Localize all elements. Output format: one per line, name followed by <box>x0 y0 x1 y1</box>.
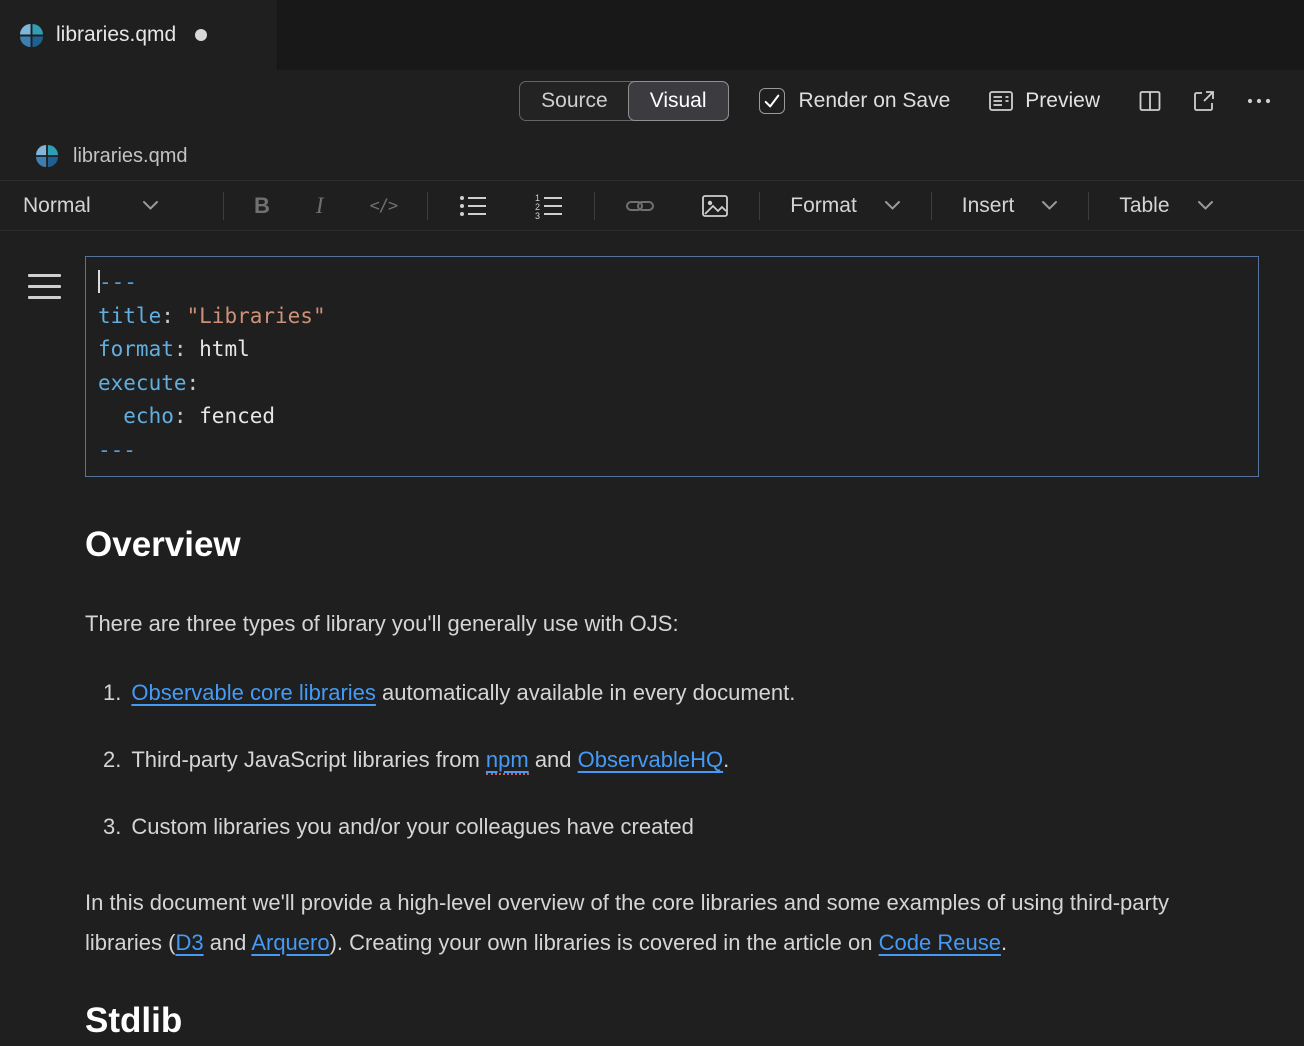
editor-tab-strip: libraries.qmd <box>0 0 1304 70</box>
list-item-text: Custom libraries you and/or your colleag… <box>131 810 694 843</box>
yaml-frontmatter-block[interactable]: ---title: "Libraries"format: htmlexecute… <box>85 256 1259 477</box>
document-body: Overview There are three types of librar… <box>85 525 1245 1041</box>
list-group: 1 2 3 <box>428 193 594 219</box>
text-run: Third-party JavaScript libraries from <box>131 747 486 772</box>
chevron-down-icon <box>1041 200 1058 211</box>
list-item: 2. Third-party JavaScript libraries from … <box>85 743 1245 776</box>
text-run: . <box>1001 930 1007 955</box>
preview-button[interactable]: Preview <box>988 89 1100 113</box>
quarto-file-icon <box>36 145 58 167</box>
yaml-token: execute <box>98 371 187 395</box>
render-on-save-label: Render on Save <box>799 89 951 113</box>
svg-text:3: 3 <box>535 211 540 219</box>
source-mode-button[interactable]: Source <box>520 82 629 120</box>
code-line[interactable]: echo: fenced <box>98 400 1246 434</box>
yaml-token: : <box>187 371 200 395</box>
bold-button[interactable]: B <box>254 193 270 219</box>
code-line[interactable]: title: "Libraries" <box>98 300 1246 334</box>
link-d3[interactable]: D3 <box>175 930 203 955</box>
link-npm[interactable]: npm <box>486 747 529 775</box>
yaml-token: format <box>98 337 174 361</box>
format-menu[interactable]: Format <box>760 194 931 218</box>
code-line[interactable]: execute: <box>98 367 1246 401</box>
code-button[interactable]: </> <box>370 196 398 216</box>
code-line[interactable]: --- <box>98 266 1246 300</box>
yaml-token: : <box>174 337 199 361</box>
heading-stdlib: Stdlib <box>85 1001 1245 1041</box>
editor-action-bar: Source Visual Render on Save Preview <box>0 70 1304 132</box>
yaml-token: "Libraries" <box>187 304 326 328</box>
list-item-text: Third-party JavaScript libraries from np… <box>131 743 729 776</box>
insert-menu-label: Insert <box>962 194 1015 218</box>
visual-mode-button[interactable]: Visual <box>628 81 729 121</box>
unsaved-changes-dot[interactable] <box>195 29 207 41</box>
closing-paragraph: In this document we'll provide a high-le… <box>85 883 1245 963</box>
text-run: automatically available in every documen… <box>376 680 795 705</box>
block-style-value: Normal <box>23 194 91 218</box>
tab-title: libraries.qmd <box>56 23 176 47</box>
list-item: 1. Observable core libraries automaticall… <box>85 676 1245 709</box>
preview-icon <box>988 89 1014 113</box>
bullet-list-button[interactable] <box>458 193 488 219</box>
chevron-down-icon <box>142 200 159 211</box>
block-style-dropdown[interactable]: Normal <box>0 194 223 218</box>
yaml-token: --- <box>99 270 137 294</box>
chevron-down-icon <box>884 200 901 211</box>
block-drag-handle-icon[interactable] <box>28 274 61 307</box>
yaml-token: : <box>174 404 199 428</box>
link-code-reuse[interactable]: Code Reuse <box>879 930 1001 955</box>
insert-menu[interactable]: Insert <box>932 194 1089 218</box>
numbered-list-button[interactable]: 1 2 3 <box>534 193 564 219</box>
render-on-save-checkbox[interactable]: Render on Save <box>759 88 951 114</box>
table-menu[interactable]: Table <box>1089 194 1243 218</box>
format-menu-label: Format <box>790 194 857 218</box>
quarto-file-icon <box>20 24 43 47</box>
code-line[interactable]: --- <box>98 434 1246 468</box>
text-run: ). Creating your own libraries is covere… <box>330 930 879 955</box>
list-item-text: Observable core libraries automatically … <box>131 676 795 709</box>
yaml-token: : <box>161 304 186 328</box>
intro-paragraph: There are three types of library you'll … <box>85 607 1245 640</box>
link-observablehq[interactable]: ObservableHQ <box>578 747 724 772</box>
yaml-code-lines: ---title: "Libraries"format: htmlexecute… <box>98 266 1246 467</box>
heading-overview: Overview <box>85 525 1245 565</box>
insert-object-group <box>595 193 759 219</box>
editor-mode-toggle: Source Visual <box>519 81 728 121</box>
format-toolbar: Normal B I </> 1 2 3 <box>0 180 1304 231</box>
tab-libraries-qmd[interactable]: libraries.qmd <box>0 0 278 70</box>
list-item-marker: 2. <box>103 743 121 776</box>
split-editor-icon[interactable] <box>1138 89 1162 113</box>
code-line[interactable]: format: html <box>98 333 1246 367</box>
more-actions-icon[interactable] <box>1246 97 1272 105</box>
open-external-icon[interactable] <box>1192 89 1216 113</box>
link-button[interactable] <box>625 193 655 219</box>
table-menu-label: Table <box>1119 194 1169 218</box>
chevron-down-icon <box>1197 200 1214 211</box>
list-item-marker: 1. <box>103 676 121 709</box>
image-button[interactable] <box>701 194 729 218</box>
text-run: and <box>529 747 578 772</box>
italic-button[interactable]: I <box>316 193 324 219</box>
yaml-token: echo <box>98 404 174 428</box>
yaml-token: fenced <box>199 404 275 428</box>
yaml-token: title <box>98 304 161 328</box>
list-item-marker: 3. <box>103 810 121 843</box>
text-run: and <box>204 930 252 955</box>
visual-editor-canvas[interactable]: ---title: "Libraries"format: htmlexecute… <box>0 231 1304 1041</box>
text-run: Custom libraries you and/or your colleag… <box>131 814 694 839</box>
yaml-token: html <box>199 337 250 361</box>
breadcrumb-file-name[interactable]: libraries.qmd <box>73 145 187 168</box>
ordered-list: 1. Observable core libraries automaticall… <box>85 676 1245 843</box>
breadcrumb[interactable]: libraries.qmd <box>0 132 1304 180</box>
text-run: . <box>723 747 729 772</box>
text-style-group: B I </> <box>224 193 427 219</box>
list-item: 3. Custom libraries you and/or your colle… <box>85 810 1245 843</box>
preview-label: Preview <box>1025 89 1100 113</box>
link-observable-core-libraries[interactable]: Observable core libraries <box>131 680 376 705</box>
link-arquero[interactable]: Arquero <box>251 930 329 955</box>
checkbox-check-icon[interactable] <box>759 88 785 114</box>
yaml-token: --- <box>98 438 136 462</box>
